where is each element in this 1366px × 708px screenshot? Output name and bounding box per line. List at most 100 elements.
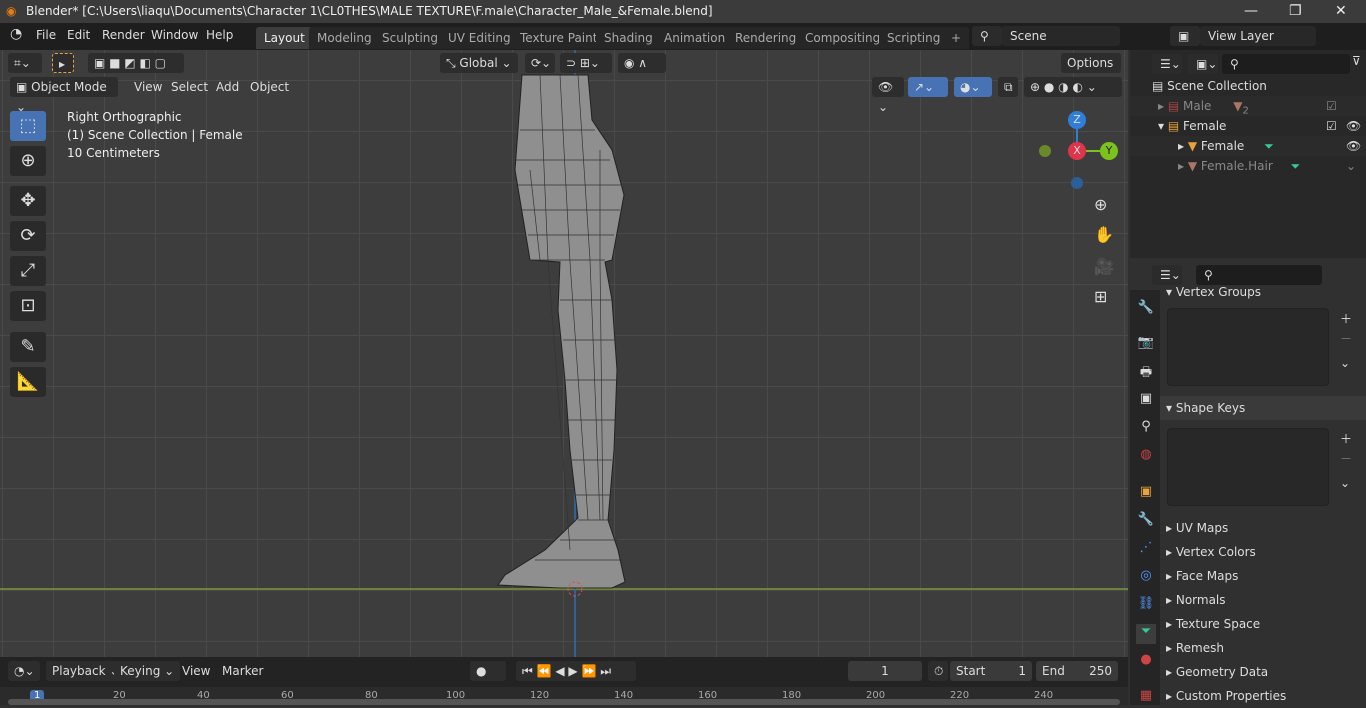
menu-view[interactable]: View: [176, 661, 216, 681]
visibility-icon[interactable]: 👁⌄: [872, 77, 904, 114]
menu-window[interactable]: Window: [151, 28, 198, 42]
tab-scripting[interactable]: Scripting: [879, 27, 949, 49]
object-tab-icon[interactable]: ▣: [1136, 484, 1156, 504]
pan-hand-icon[interactable]: ✋: [1094, 225, 1114, 244]
gizmo-neg-y[interactable]: [1039, 145, 1051, 157]
stopwatch-icon[interactable]: ⏱: [928, 661, 948, 681]
world-tab-icon[interactable]: ◍: [1136, 447, 1156, 467]
section-uv-maps[interactable]: ▸ UV Maps: [1160, 516, 1366, 540]
end-frame-field[interactable]: End 250: [1036, 661, 1118, 681]
menu-keying[interactable]: Keying ⌄: [114, 661, 181, 681]
gizmo-z-axis[interactable]: Z: [1068, 111, 1086, 129]
particles-tab-icon[interactable]: ⋰: [1136, 540, 1156, 560]
section-vertex-groups[interactable]: ▾ Vertex Groups: [1160, 280, 1366, 304]
tab-animation[interactable]: Animation: [656, 27, 734, 49]
select-box-tool-icon[interactable]: ⬚: [10, 111, 46, 141]
vertex-groups-list[interactable]: [1167, 308, 1329, 386]
options-button[interactable]: Options ⌄: [1061, 53, 1121, 90]
timeline[interactable]: ◔⌄ Playback ⌄ Keying ⌄ View Marker ● ⌄ ⏮…: [0, 657, 1128, 705]
outliner-item-female-collection[interactable]: ▾ ▤ Female ☑ 👁: [1130, 116, 1366, 136]
tab-texture-paint[interactable]: Texture Paint: [512, 27, 606, 49]
start-frame-field[interactable]: Start 1: [950, 661, 1032, 681]
view-layer-tab-icon[interactable]: ▣: [1136, 391, 1156, 411]
gizmo-y-axis[interactable]: Y: [1100, 142, 1118, 160]
menu-view[interactable]: View: [128, 77, 168, 97]
auto-keying-button[interactable]: ● ⌄: [470, 661, 506, 698]
pivot-point-button[interactable]: ⟳⌄: [525, 53, 555, 73]
menu-edit[interactable]: Edit: [67, 28, 90, 42]
data-tab-icon[interactable]: ⏷: [1136, 624, 1156, 644]
xray-toggle-icon[interactable]: ⧉: [998, 77, 1018, 97]
overlay-toggle-icon[interactable]: ◕⌄: [954, 77, 992, 97]
remove-vertex-group-button[interactable]: －: [1340, 330, 1352, 347]
current-frame-field[interactable]: 1: [848, 661, 922, 681]
proportional-edit-button[interactable]: ◉ ∧: [618, 53, 666, 73]
section-vertex-colors[interactable]: ▸ Vertex Colors: [1160, 540, 1366, 564]
outliner-editor-type[interactable]: ☰⌄: [1152, 54, 1182, 74]
close-button[interactable]: ✕: [1335, 0, 1347, 23]
view-layer-icon[interactable]: ▣: [1170, 26, 1200, 46]
shading-mode-buttons[interactable]: ⊕ ● ◑ ◐ ⌄: [1024, 77, 1122, 97]
editor-type-button[interactable]: ⌗⌄: [8, 53, 42, 73]
constraints-tab-icon[interactable]: ⛓: [1136, 596, 1156, 616]
outliner-scene-collection[interactable]: ▤ Scene Collection: [1130, 76, 1366, 96]
timeline-scrollbar[interactable]: [8, 699, 1120, 705]
selection-mode-buttons[interactable]: ▣ ■ ◩ ◧ ▢: [88, 53, 184, 73]
vertex-group-specials-button[interactable]: ⌄: [1340, 356, 1350, 370]
physics-tab-icon[interactable]: ◎: [1136, 568, 1156, 588]
gizmo-x-axis[interactable]: X: [1068, 142, 1086, 160]
tab-uv-editing[interactable]: UV Editing: [440, 27, 519, 49]
tab-compositing[interactable]: Compositing: [797, 27, 889, 49]
camera-icon[interactable]: 🎥: [1094, 257, 1114, 276]
snap-button[interactable]: ⊃ ⊞⌄: [560, 53, 612, 73]
section-custom-properties[interactable]: ▸ Custom Properties: [1160, 684, 1366, 708]
section-remesh[interactable]: ▸ Remesh: [1160, 636, 1366, 660]
scene-icon[interactable]: ⚲: [972, 26, 1002, 46]
transform-tool-icon[interactable]: ⊡: [10, 291, 46, 321]
display-mode-button[interactable]: ▣⌄: [1188, 54, 1218, 74]
render-tab-icon[interactable]: 📷: [1136, 335, 1156, 355]
tab-modeling[interactable]: Modeling: [309, 27, 380, 49]
texture-tab-icon[interactable]: ▦: [1136, 688, 1156, 708]
menu-render[interactable]: Render: [102, 28, 145, 42]
zoom-icon[interactable]: ⊕: [1094, 195, 1107, 214]
outliner-search-input[interactable]: ⚲: [1222, 54, 1350, 74]
gizmo-toggle-icon[interactable]: ↗⌄: [908, 77, 948, 97]
scene-tab-icon[interactable]: ⚲: [1136, 419, 1156, 439]
tab-sculpting[interactable]: Sculpting: [374, 27, 447, 49]
menu-select[interactable]: Select: [165, 77, 214, 97]
scene-selector[interactable]: Scene: [1002, 26, 1120, 46]
grid-ortho-icon[interactable]: ⊞: [1094, 287, 1107, 306]
mode-selector[interactable]: ▣ Object Mode ⌄: [10, 77, 118, 114]
filter-icon[interactable]: ⊽: [1352, 54, 1361, 68]
timeline-editor-type[interactable]: ◔⌄: [8, 661, 40, 681]
menu-marker[interactable]: Marker: [216, 661, 269, 681]
measure-tool-icon[interactable]: 📐: [10, 367, 46, 397]
move-tool-icon[interactable]: ✥: [10, 186, 46, 216]
blender-menu-icon[interactable]: ◔: [10, 26, 22, 42]
section-shape-keys[interactable]: ▾ Shape Keys: [1160, 396, 1366, 420]
menu-add[interactable]: Add: [210, 77, 245, 97]
outliner-item-female-object[interactable]: ▸ ▼ Female ⏷ 👁: [1130, 136, 1366, 156]
menu-help[interactable]: Help: [206, 28, 233, 42]
section-geometry-data[interactable]: ▸ Geometry Data: [1160, 660, 1366, 684]
select-tool-icon[interactable]: ▸: [52, 53, 74, 73]
tab-rendering[interactable]: Rendering: [727, 27, 805, 49]
section-face-maps[interactable]: ▸ Face Maps: [1160, 564, 1366, 588]
minimize-button[interactable]: —: [1244, 0, 1258, 23]
3d-viewport[interactable]: ▣ Object Mode ⌄ View Select Add Object ⌗…: [0, 50, 1128, 657]
playback-controls[interactable]: ⏮ ⏪ ◀ ▶ ⏩ ⏭: [516, 661, 636, 681]
scale-tool-icon[interactable]: ⤢: [10, 256, 46, 286]
tab-layout[interactable]: Layout: [256, 27, 313, 49]
menu-file[interactable]: File: [36, 28, 56, 42]
modifier-tab-icon[interactable]: 🔧: [1136, 512, 1156, 532]
section-normals[interactable]: ▸ Normals: [1160, 588, 1366, 612]
material-tab-icon[interactable]: ●: [1136, 652, 1156, 672]
transform-orientation-selector[interactable]: ⤡ Global ⌄: [440, 53, 518, 73]
add-vertex-group-button[interactable]: ＋: [1340, 310, 1352, 327]
outliner-item-male[interactable]: ▸ ▤ Male ▼2 ☑: [1130, 96, 1366, 116]
outliner-item-female-hair[interactable]: ▸ ▼ Female.Hair ⏷ ⌄: [1130, 156, 1366, 176]
add-workspace-button[interactable]: +: [943, 27, 970, 49]
remove-shape-key-button[interactable]: －: [1340, 450, 1352, 467]
gizmo-neg-z[interactable]: [1071, 177, 1083, 189]
